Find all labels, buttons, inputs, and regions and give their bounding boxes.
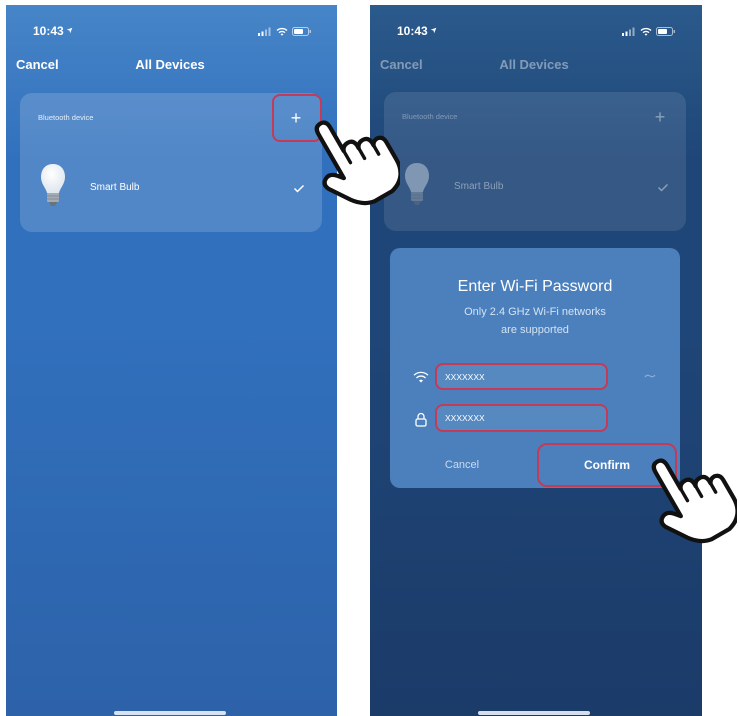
wifi-password-dialog: Enter Wi-Fi Password Only 2.4 GHz Wi-Fi … (390, 248, 680, 488)
check-icon (293, 184, 305, 193)
wifi-password-field[interactable] (435, 404, 608, 432)
bulb-icon (404, 161, 430, 207)
dialog-subtitle: Only 2.4 GHz Wi-Fi networks (464, 306, 606, 318)
wifi-icon (413, 371, 429, 383)
lock-icon (415, 412, 427, 427)
section-label: Bluetooth device (402, 112, 458, 121)
add-device-button[interactable]: + (286, 106, 306, 130)
device-name: Smart Bulb (90, 182, 140, 193)
confirm-button[interactable]: Confirm (537, 443, 677, 487)
signal-icon (622, 27, 636, 36)
cancel-button: Cancel (380, 57, 423, 72)
status-icons (622, 26, 680, 36)
battery-icon (656, 26, 676, 36)
network-menu-icon[interactable] (644, 373, 656, 379)
battery-icon (292, 26, 312, 36)
cancel-button[interactable]: Cancel (16, 57, 59, 73)
status-time: 10:43 (33, 24, 64, 38)
wifi-ssid-field[interactable] (435, 363, 608, 390)
home-indicator (478, 711, 590, 715)
signal-icon (258, 27, 272, 36)
dialog-cancel-button[interactable]: Cancel (417, 457, 507, 473)
device-row-smart-bulb[interactable]: Smart Bulb (20, 148, 322, 228)
location-arrow-icon (430, 27, 437, 34)
bluetooth-device-card: Bluetooth device + Smart Bulb (20, 93, 322, 232)
page-title: All Devices (135, 57, 205, 72)
home-indicator (114, 711, 226, 715)
device-name: Smart Bulb (454, 181, 504, 192)
device-row-smart-bulb: Smart Bulb (384, 147, 686, 227)
status-time: 10:43 (397, 24, 428, 38)
location-arrow-icon (66, 27, 73, 34)
add-device-button: + (654, 107, 666, 127)
phone-screen-right: 10:43 Cancel All Devices Bluetooth devic… (370, 5, 702, 716)
check-icon (657, 183, 669, 192)
status-icons (258, 26, 316, 36)
bluetooth-device-card: Bluetooth device + Smart Bulb (384, 92, 686, 231)
phone-screen-left: 10:43 Cancel All Devices Bluetooth devic… (6, 5, 337, 716)
wifi-status-icon (276, 27, 288, 36)
page-title: All Devices (499, 57, 569, 72)
dialog-subtitle: are supported (501, 324, 569, 336)
bulb-icon (40, 162, 66, 208)
section-label: Bluetooth device (38, 113, 94, 122)
dialog-title: Enter Wi-Fi Password (457, 278, 613, 295)
wifi-status-icon (640, 27, 652, 36)
